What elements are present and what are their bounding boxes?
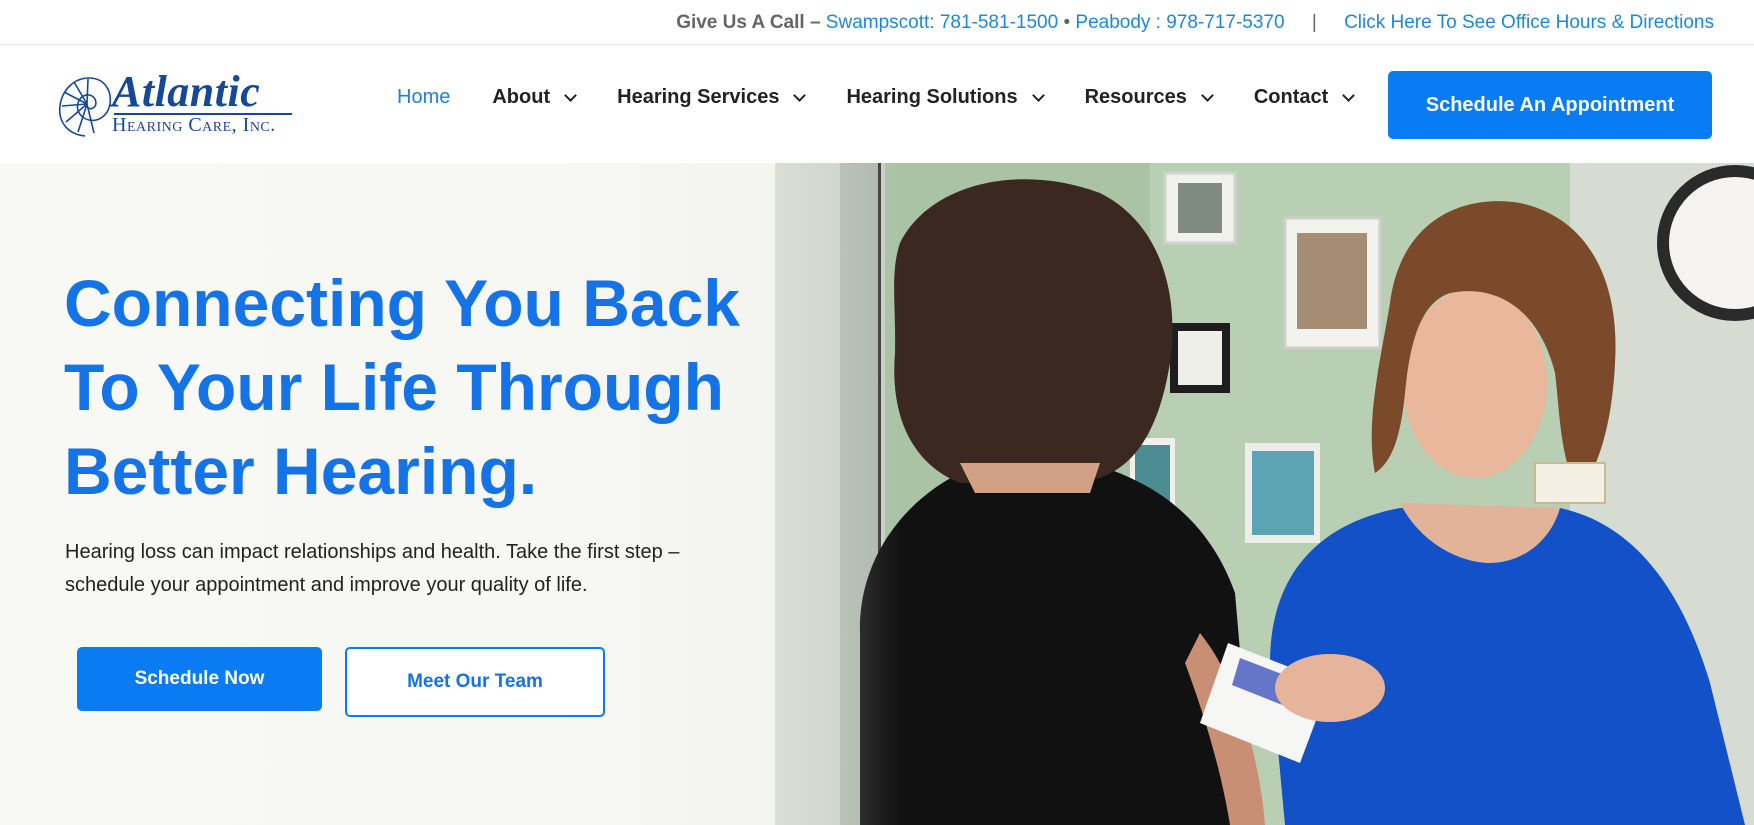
top-contact-row: Give Us A Call – Swampscott: 781-581-150… bbox=[676, 12, 1714, 34]
chevron-down-icon bbox=[564, 88, 577, 102]
logo-wordmark: Atlantic bbox=[112, 67, 261, 116]
schedule-now-button[interactable]: Schedule Now bbox=[77, 647, 322, 711]
nav-item-hearing-solutions[interactable]: Hearing Solutions bbox=[846, 86, 1045, 109]
chevron-down-icon bbox=[1031, 88, 1045, 102]
topbar-divider: | bbox=[1311, 12, 1317, 33]
schedule-appointment-button[interactable]: Schedule An Appointment bbox=[1388, 71, 1712, 139]
nav-item-contact[interactable]: Contact bbox=[1253, 86, 1356, 109]
nav-item-resources[interactable]: Resources bbox=[1084, 86, 1214, 109]
meet-our-team-button[interactable]: Meet Our Team bbox=[345, 647, 605, 717]
chevron-down-icon bbox=[793, 88, 807, 102]
nav-item-about[interactable]: About bbox=[492, 86, 577, 109]
nav-item-label: Home bbox=[397, 86, 451, 108]
nav-item-label: About bbox=[492, 86, 551, 108]
nav-item-label: Hearing Solutions bbox=[846, 86, 1018, 108]
site-header: Atlantic Hearing Care, Inc. Home About H… bbox=[0, 46, 1754, 163]
main-nav: Home About Hearing Services Hearing Solu… bbox=[397, 86, 1395, 109]
nav-item-label: Contact bbox=[1253, 86, 1329, 108]
swampscott-phone-link[interactable]: Swampscott: 781-581-1500 bbox=[826, 12, 1058, 33]
logo-subtitle: Hearing Care, Inc. bbox=[112, 114, 276, 136]
phone-separator: • bbox=[1063, 12, 1071, 33]
site-logo[interactable]: Atlantic Hearing Care, Inc. bbox=[56, 67, 296, 142]
nav-item-label: Resources bbox=[1084, 86, 1187, 108]
nav-item-hearing-services[interactable]: Hearing Services bbox=[617, 86, 807, 109]
hero-subcopy: Hearing loss can impact relationships an… bbox=[65, 541, 680, 596]
hero-headline: Connecting You Back To Your Life Through… bbox=[64, 266, 740, 508]
peabody-phone-link[interactable]: Peabody : 978-717-5370 bbox=[1075, 12, 1284, 33]
chevron-down-icon bbox=[1342, 88, 1356, 102]
nautilus-shell-icon bbox=[58, 77, 112, 137]
office-hours-link[interactable]: Click Here To See Office Hours & Directi… bbox=[1344, 12, 1714, 33]
chevron-down-icon bbox=[1200, 88, 1214, 102]
nav-item-home[interactable]: Home bbox=[397, 86, 450, 109]
nav-item-label: Hearing Services bbox=[617, 86, 780, 108]
hero-section: Connecting You Back To Your Life Through… bbox=[0, 163, 1754, 825]
call-lead-text: Give Us A Call – bbox=[676, 12, 821, 33]
top-contact-bar: Give Us A Call – Swampscott: 781-581-150… bbox=[0, 0, 1754, 45]
